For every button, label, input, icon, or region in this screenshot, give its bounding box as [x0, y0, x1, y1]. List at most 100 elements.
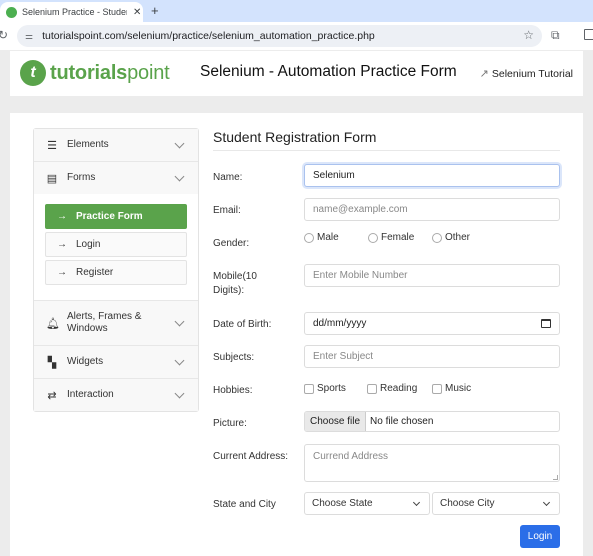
email-label: Email: [213, 205, 241, 216]
chevron-down-icon [542, 498, 551, 507]
page-title: Selenium - Automation Practice Form [200, 63, 457, 80]
sidebar-item-label: Register [76, 267, 114, 278]
chevron-down-icon [412, 498, 421, 507]
radio-label: Male [317, 232, 339, 243]
arrow-right-icon: → [57, 211, 67, 222]
hobby-checkbox-reading[interactable]: Reading [367, 383, 417, 394]
new-tab-button[interactable]: + [151, 3, 159, 18]
swap-arrows-icon: ⇄ [47, 389, 57, 402]
browser-tab[interactable]: Selenium Practice - Student F ✕ [0, 2, 143, 22]
sidebar-section-elements: ☰ Elements [34, 129, 198, 162]
reload-icon[interactable]: ↻ [0, 28, 8, 42]
logo-mark-icon: t [20, 60, 46, 86]
sidebar-section-forms: ▤ Forms → Practice Form → Login → Regist… [34, 162, 198, 301]
checkbox-label: Music [445, 383, 472, 394]
radio-button[interactable] [304, 232, 314, 243]
address-textarea[interactable]: Currend Address [304, 444, 560, 482]
bookmark-star-icon[interactable]: ☆ [523, 28, 534, 42]
extensions-icon[interactable]: ⧉ [551, 28, 560, 43]
sidebar-label: Forms [67, 172, 96, 183]
address-placeholder: Currend Address [313, 451, 389, 462]
sidebar-item-label: Login [76, 239, 101, 250]
hobbies-label: Hobbies: [213, 385, 253, 396]
login-button[interactable]: Login [520, 525, 560, 548]
sidebar-label: Interaction [67, 389, 114, 400]
checkbox[interactable] [432, 383, 442, 394]
bell-icon: 🔔︎ [46, 317, 60, 330]
tutorialspoint-logo[interactable]: t tutorialspoint [20, 60, 170, 86]
external-link-icon: ↗ [479, 68, 489, 80]
sidebar-header-interaction[interactable]: ⇄ Interaction [34, 379, 198, 411]
sidebar-item-practice-form[interactable]: → Practice Form [45, 204, 187, 229]
widgets-grid-icon: ▚ [47, 356, 57, 369]
state-select-value: Choose State [312, 498, 373, 509]
close-icon[interactable]: ✕ [133, 7, 141, 18]
state-select[interactable]: Choose State [304, 492, 430, 515]
chevron-down-icon [174, 355, 185, 365]
checkbox[interactable] [367, 383, 377, 394]
chevron-down-icon [174, 171, 185, 181]
sidebar-section-alerts: 🔔︎ Alerts, Frames & Windows [34, 301, 198, 346]
email-input[interactable]: name@example.com [304, 198, 560, 221]
dob-value: dd/mm/yyyy [313, 318, 367, 329]
gender-radio-other[interactable]: Other [432, 232, 470, 243]
site-info-icon[interactable]: ⚌ [25, 31, 33, 42]
picture-file-input[interactable]: Choose file No file chosen [304, 411, 560, 432]
mobile-label: Mobile(10 Digits): [213, 270, 257, 298]
gender-radio-female[interactable]: Female [368, 232, 414, 243]
sidebar-header-widgets[interactable]: ▚ Widgets [34, 346, 198, 378]
mobile-label-line2: Digits): [213, 285, 245, 296]
logo-text-light: point [127, 61, 170, 84]
favicon-icon [6, 6, 17, 18]
state-city-label: State and City [213, 499, 276, 510]
menu-lines-icon: ☰ [47, 139, 57, 152]
hobby-checkbox-sports[interactable]: Sports [304, 383, 346, 394]
url-bar[interactable]: ⚌ tutorialspoint.com/selenium/practice/s… [17, 25, 542, 47]
name-input[interactable]: Selenium [304, 164, 560, 187]
forms-submenu: → Practice Form → Login → Register [34, 194, 198, 300]
radio-label: Female [381, 232, 415, 243]
radio-button[interactable] [432, 232, 442, 243]
sidebar-header-alerts[interactable]: 🔔︎ Alerts, Frames & Windows [34, 301, 198, 345]
address-bar-row: ↻ ⚌ tutorialspoint.com/selenium/practice… [0, 22, 593, 50]
checkbox-label: Sports [317, 383, 346, 394]
url-text[interactable]: tutorialspoint.com/selenium/practice/sel… [42, 30, 375, 42]
subjects-input[interactable]: Enter Subject [304, 345, 560, 368]
sidebar-header-elements[interactable]: ☰ Elements [34, 129, 198, 161]
sidebar-section-widgets: ▚ Widgets [34, 346, 198, 379]
radio-label: Other [445, 232, 471, 243]
mobile-input[interactable]: Enter Mobile Number [304, 264, 560, 287]
tab-title: Selenium Practice - Student F [22, 7, 127, 17]
dob-label: Date of Birth: [213, 319, 272, 330]
sidebar-header-forms[interactable]: ▤ Forms [34, 162, 198, 194]
hobby-checkbox-music[interactable]: Music [432, 383, 471, 394]
radio-button[interactable] [368, 232, 378, 243]
gender-label: Gender: [213, 238, 250, 249]
browser-tabbar: Selenium Practice - Student F ✕ + [0, 0, 593, 22]
main-card: ☰ Elements ▤ Forms → Practice Form → Log… [10, 113, 583, 556]
address-label: Current Address: [213, 451, 289, 462]
side-panel-icon[interactable] [584, 29, 593, 40]
sidebar-item-login[interactable]: → Login [45, 232, 187, 257]
checkbox[interactable] [304, 383, 314, 394]
dob-input[interactable]: dd/mm/yyyy [304, 312, 560, 335]
site-header: t tutorialspoint Selenium - Automation P… [10, 51, 583, 96]
resize-handle[interactable] [553, 475, 558, 480]
selenium-tutorial-link[interactable]: ↗ Selenium Tutorial [479, 67, 573, 81]
sidebar-label: Alerts, Frames & Windows [67, 311, 142, 334]
list-form-icon: ▤ [46, 172, 58, 185]
sidebar-item-label: Practice Form [76, 211, 143, 222]
sidebar-item-register[interactable]: → Register [45, 260, 187, 285]
calendar-icon[interactable] [541, 319, 551, 328]
logo-text-bold: tutorials [50, 61, 128, 84]
sidebar-label: Elements [67, 139, 109, 150]
file-status: No file chosen [370, 416, 434, 427]
choose-file-button[interactable]: Choose file [305, 412, 367, 431]
checkbox-label: Reading [380, 383, 418, 394]
arrow-right-icon: → [57, 239, 67, 250]
city-select[interactable]: Choose City [432, 492, 560, 515]
arrow-right-icon: → [57, 267, 67, 278]
gender-radio-male[interactable]: Male [304, 232, 339, 243]
chevron-down-icon [174, 316, 185, 326]
chevron-down-icon [174, 138, 185, 148]
